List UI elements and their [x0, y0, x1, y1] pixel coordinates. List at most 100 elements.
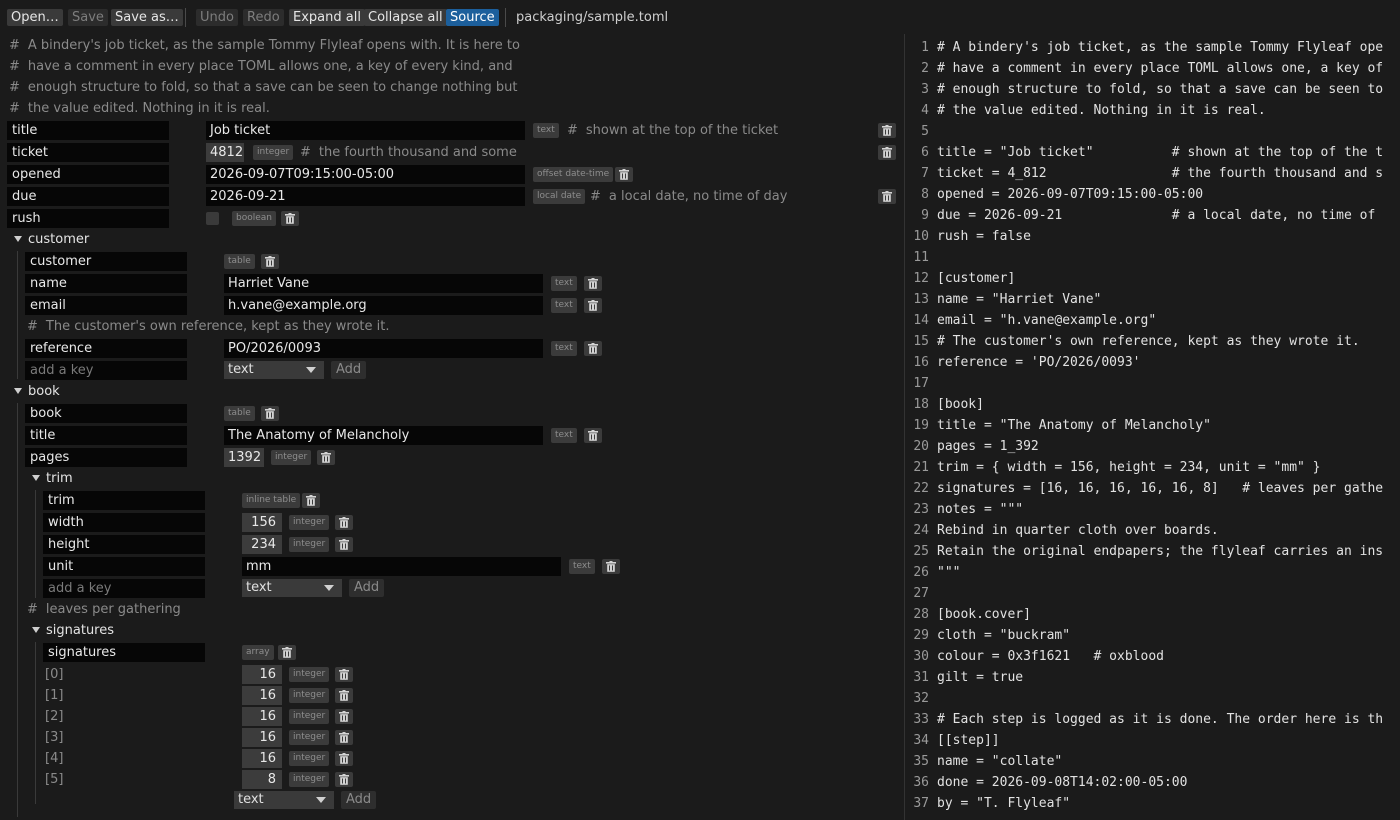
trash-icon[interactable]: [878, 145, 896, 160]
value-field[interactable]: h.vane@example.org: [224, 296, 543, 315]
integer-field[interactable]: 16: [242, 686, 282, 705]
key-field[interactable]: reference: [25, 339, 187, 358]
trash-icon[interactable]: [878, 189, 896, 204]
section-toggle-signatures[interactable]: signatures: [32, 621, 114, 641]
type-badge: integer: [289, 772, 330, 787]
add-button[interactable]: Add: [341, 791, 377, 809]
value-field[interactable]: mm: [242, 557, 561, 576]
key-field[interactable]: width: [43, 513, 205, 532]
trash-icon[interactable]: [584, 428, 602, 443]
inline-comment: # the fourth thousand and some: [300, 145, 517, 160]
trash-icon[interactable]: [584, 276, 602, 291]
toolbar-separator: [185, 8, 186, 27]
add-key-row: add a key text Add: [0, 361, 904, 381]
add-key-input[interactable]: add a key: [43, 579, 205, 598]
value-field[interactable]: 2026-09-07T09:15:00-05:00: [206, 165, 525, 184]
integer-field[interactable]: 1392: [224, 448, 264, 467]
key-field[interactable]: opened: [7, 165, 169, 184]
line-text: # Each step is logged as it is done. The…: [937, 712, 1384, 727]
integer-field[interactable]: 234: [242, 535, 282, 554]
source-line: 4 # the value edited. Nothing in it is re…: [905, 100, 1400, 121]
key-field[interactable]: email: [25, 296, 187, 315]
key-field[interactable]: height: [43, 535, 205, 554]
add-button[interactable]: Add: [331, 361, 367, 379]
type-badge: text: [551, 276, 577, 291]
trash-icon[interactable]: [335, 667, 353, 682]
line-number: 19: [913, 418, 929, 433]
trash-icon[interactable]: [584, 341, 602, 356]
trash-icon[interactable]: [335, 688, 353, 703]
trash-icon[interactable]: [261, 254, 279, 269]
value-field[interactable]: The Anatomy of Melancholy: [224, 426, 543, 445]
trash-icon[interactable]: [261, 406, 279, 421]
add-button[interactable]: Add: [349, 579, 385, 597]
expand-all-button[interactable]: Expand all: [289, 9, 365, 26]
type-select[interactable]: text: [224, 361, 324, 379]
trash-icon[interactable]: [335, 515, 353, 530]
undo-button[interactable]: Undo: [196, 9, 238, 26]
integer-field[interactable]: 4812: [206, 143, 244, 162]
trash-icon[interactable]: [302, 493, 320, 508]
trash-icon[interactable]: [584, 298, 602, 313]
integer-field[interactable]: 16: [242, 665, 282, 684]
source-toggle-button[interactable]: Source: [446, 9, 499, 26]
value-field[interactable]: Harriet Vane: [224, 274, 543, 293]
type-badge: integer: [289, 688, 330, 703]
trash-icon[interactable]: [615, 167, 633, 182]
save-as-button[interactable]: Save as…: [111, 9, 183, 26]
section-toggle-trim[interactable]: trim: [32, 469, 73, 489]
integer-field[interactable]: 16: [242, 749, 282, 768]
trash-icon[interactable]: [878, 123, 896, 138]
trash-icon[interactable]: [281, 211, 299, 226]
integer-field[interactable]: 8: [242, 770, 282, 789]
add-key-row: add a key text Add: [0, 579, 904, 599]
line-number: 13: [913, 292, 929, 307]
trash-icon[interactable]: [317, 450, 335, 465]
line-number: 8: [921, 187, 929, 202]
key-field[interactable]: title: [7, 121, 169, 140]
entry-opened: opened 2026-09-07T09:15:00-05:00 offset …: [0, 165, 904, 185]
type-select[interactable]: text: [234, 791, 334, 809]
type-badge: text: [551, 341, 577, 356]
trash-icon[interactable]: [335, 537, 353, 552]
source-line: 30 colour = 0x3f1621 # oxblood: [905, 646, 1400, 667]
integer-field[interactable]: 16: [242, 728, 282, 747]
key-field[interactable]: customer: [25, 252, 187, 271]
tree-editor: # A bindery's job ticket, as the sample T…: [0, 34, 904, 820]
source-line: 26 """: [905, 562, 1400, 583]
trash-icon[interactable]: [278, 645, 296, 660]
integer-field[interactable]: 156: [242, 513, 282, 532]
section-toggle-customer[interactable]: customer: [14, 230, 89, 250]
key-field[interactable]: due: [7, 187, 169, 206]
boolean-checkbox[interactable]: [206, 212, 219, 225]
key-field[interactable]: signatures: [43, 643, 205, 662]
collapse-all-button[interactable]: Collapse all: [364, 9, 447, 26]
source-view[interactable]: 1 # A bindery's job ticket, as the sample…: [905, 34, 1400, 820]
redo-button[interactable]: Redo: [243, 9, 284, 26]
trash-icon[interactable]: [335, 751, 353, 766]
value-field[interactable]: 2026-09-21: [206, 187, 525, 206]
trash-icon[interactable]: [602, 559, 620, 574]
integer-field[interactable]: 16: [242, 707, 282, 726]
key-field[interactable]: ticket: [7, 143, 169, 162]
trash-icon[interactable]: [335, 709, 353, 724]
add-key-input[interactable]: add a key: [25, 361, 187, 380]
value-field[interactable]: Job ticket: [206, 121, 525, 140]
key-field[interactable]: unit: [43, 557, 205, 576]
trash-icon[interactable]: [335, 772, 353, 787]
array-header-signatures: signatures array: [0, 643, 904, 663]
key-field[interactable]: trim: [43, 491, 205, 510]
line-text: by = "T. Flyleaf": [937, 796, 1071, 811]
key-field[interactable]: name: [25, 274, 187, 293]
key-field[interactable]: rush: [7, 209, 169, 228]
open-button[interactable]: Open…: [7, 9, 63, 26]
array-index: [4]: [45, 751, 64, 766]
trash-icon[interactable]: [335, 730, 353, 745]
section-toggle-book[interactable]: book: [14, 382, 60, 402]
save-button[interactable]: Save: [68, 9, 108, 26]
key-field[interactable]: title: [25, 426, 187, 445]
type-select[interactable]: text: [242, 579, 342, 597]
key-field[interactable]: pages: [25, 448, 187, 467]
key-field[interactable]: book: [25, 404, 187, 423]
value-field[interactable]: PO/2026/0093: [224, 339, 543, 358]
